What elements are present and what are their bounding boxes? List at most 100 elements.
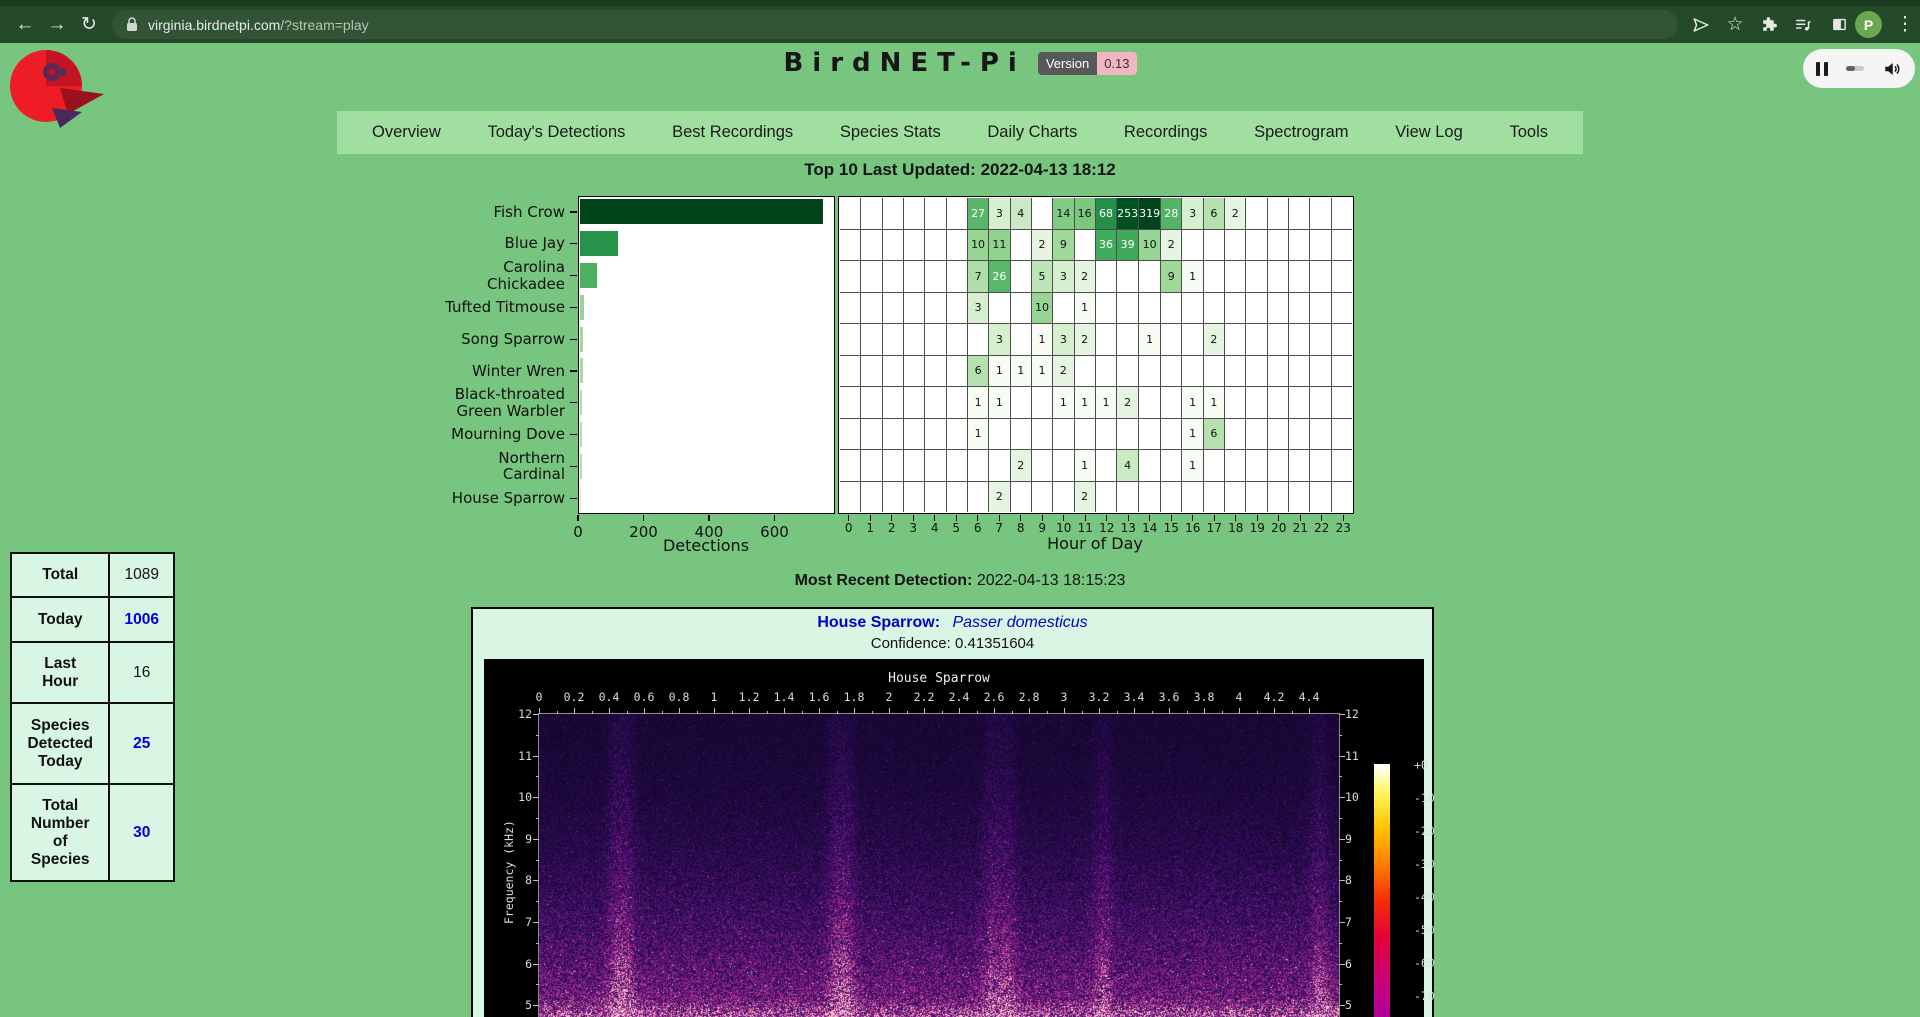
back-icon[interactable]: ← xyxy=(10,6,40,43)
stats-label: LastHour xyxy=(11,642,109,703)
freq-minor-tick xyxy=(536,776,539,777)
hour-axis-tick-label: 23 xyxy=(1331,521,1355,535)
playlist-music-icon[interactable] xyxy=(1788,6,1818,43)
heatmap-cell xyxy=(840,482,860,513)
time-tick-label: 0.6 xyxy=(626,690,662,704)
heatmap-cell: 3 xyxy=(1182,198,1202,229)
heatmap-cell xyxy=(1289,450,1309,481)
heatmap-cell xyxy=(840,419,860,450)
send-icon[interactable] xyxy=(1686,6,1716,43)
nav-item-daily-charts[interactable]: Daily Charts xyxy=(987,123,1077,142)
heatmap-cell xyxy=(883,324,903,355)
heatmap-cell xyxy=(1289,356,1309,387)
spectrogram-image xyxy=(539,714,1339,1017)
freq-tick xyxy=(1339,964,1345,965)
heatmap-cell xyxy=(1246,419,1266,450)
detection-species[interactable]: House Sparrow: xyxy=(817,614,940,631)
heatmap-cell xyxy=(883,419,903,450)
heatmap-cell xyxy=(1310,450,1330,481)
heatmap-cell xyxy=(1204,482,1224,513)
heatmap-cell: 1 xyxy=(968,387,988,418)
seek-slider[interactable] xyxy=(1846,66,1864,71)
heatmap-cell xyxy=(1139,482,1160,513)
heatmap-cell xyxy=(1225,356,1245,387)
heatmap-cell xyxy=(1182,324,1202,355)
extensions-icon[interactable] xyxy=(1754,6,1784,43)
heatmap-cell xyxy=(1332,356,1352,387)
hour-axis-tick-label: 6 xyxy=(966,521,990,535)
time-tick-label: 4.2 xyxy=(1256,690,1292,704)
heatmap-cell xyxy=(947,324,967,355)
volume-icon[interactable] xyxy=(1882,60,1902,78)
nav-item-today-s-detections[interactable]: Today's Detections xyxy=(487,123,625,142)
heatmap-cell xyxy=(904,261,924,292)
url-bar[interactable]: virginia.birdnetpi.com/?stream=play xyxy=(112,10,1678,39)
freq-tick-label: 11 xyxy=(1345,749,1373,763)
time-tick xyxy=(959,708,960,714)
audio-player[interactable] xyxy=(1803,49,1915,88)
stats-row: TotalNumberofSpecies30 xyxy=(11,784,174,881)
freq-tick xyxy=(533,922,539,923)
nav-item-tools[interactable]: Tools xyxy=(1509,123,1548,142)
time-tick-label: 2.4 xyxy=(941,690,977,704)
kebab-menu-icon[interactable]: ⋮ xyxy=(1890,6,1920,43)
hour-axis-tick-label: 5 xyxy=(944,521,968,535)
freq-tick xyxy=(533,880,539,881)
freq-minor-tick xyxy=(536,818,539,819)
hour-axis-tick-label: 14 xyxy=(1138,521,1162,535)
heatmap-cell: 6 xyxy=(1204,419,1224,450)
freq-tick xyxy=(1339,839,1345,840)
heatmap-cell xyxy=(1161,387,1181,418)
freq-tick-label: 5 xyxy=(1345,998,1373,1012)
heatmap-cell xyxy=(840,261,860,292)
freq-tick-label: 9 xyxy=(504,832,532,846)
nav-item-view-log[interactable]: View Log xyxy=(1395,123,1463,142)
stats-label: Today xyxy=(11,597,109,642)
freq-minor-tick xyxy=(536,984,539,985)
heatmap-cell: 1 xyxy=(1139,324,1160,355)
heatmap-cell: 3 xyxy=(1053,261,1073,292)
nav-item-best-recordings[interactable]: Best Recordings xyxy=(672,123,793,142)
top10-updated-label: Top 10 Last Updated: xyxy=(804,160,976,179)
reload-icon[interactable]: ↻ xyxy=(74,6,104,43)
stats-value[interactable]: 30 xyxy=(109,784,174,881)
nav-item-overview[interactable]: Overview xyxy=(372,123,441,142)
bookmark-star-icon[interactable]: ☆ xyxy=(1720,6,1750,43)
species-label: Tufted Titmouse xyxy=(400,299,565,316)
stats-label: SpeciesDetectedToday xyxy=(11,703,109,784)
heatmap-cell: 2 xyxy=(1011,450,1031,481)
nav-item-recordings[interactable]: Recordings xyxy=(1124,123,1207,142)
heatmap-cell xyxy=(1268,450,1288,481)
heatmap-cell xyxy=(883,482,903,513)
species-bar xyxy=(580,486,581,511)
heatmap-cell xyxy=(947,482,967,513)
side-panel-icon[interactable] xyxy=(1824,6,1854,43)
profile-avatar[interactable]: P xyxy=(1855,11,1882,38)
heatmap-cell xyxy=(1310,356,1330,387)
nav-item-spectrogram[interactable]: Spectrogram xyxy=(1254,123,1348,142)
forward-icon[interactable]: → xyxy=(42,6,72,43)
pause-icon[interactable] xyxy=(1816,62,1828,76)
stats-row: SpeciesDetectedToday25 xyxy=(11,703,174,784)
freq-tick-label: 12 xyxy=(1345,707,1373,721)
heatmap-cell: 5 xyxy=(1032,261,1052,292)
species-tick xyxy=(570,402,577,403)
time-minor-tick xyxy=(1152,711,1153,714)
heatmap-cell xyxy=(904,293,924,324)
species-tick xyxy=(570,370,577,371)
species-bar xyxy=(580,263,597,288)
heatmap-cell: 3 xyxy=(968,293,988,324)
heatmap-cell xyxy=(1310,324,1330,355)
stats-value[interactable]: 25 xyxy=(109,703,174,784)
heatmap-cell xyxy=(1225,387,1245,418)
screen: ← → ↻ virginia.birdnetpi.com/?stream=pla… xyxy=(0,0,1920,1017)
heatmap-cell: 9 xyxy=(1161,261,1181,292)
stats-value[interactable]: 1006 xyxy=(109,597,174,642)
most-recent-value: 2022-04-13 18:15:23 xyxy=(977,572,1126,589)
freq-minor-tick xyxy=(536,901,539,902)
heatmap-cell xyxy=(1161,324,1181,355)
nav-item-species-stats[interactable]: Species Stats xyxy=(840,123,941,142)
heatmap-cell: 2 xyxy=(989,482,1009,513)
db-colorbar xyxy=(1374,764,1390,1017)
freq-tick xyxy=(533,756,539,757)
